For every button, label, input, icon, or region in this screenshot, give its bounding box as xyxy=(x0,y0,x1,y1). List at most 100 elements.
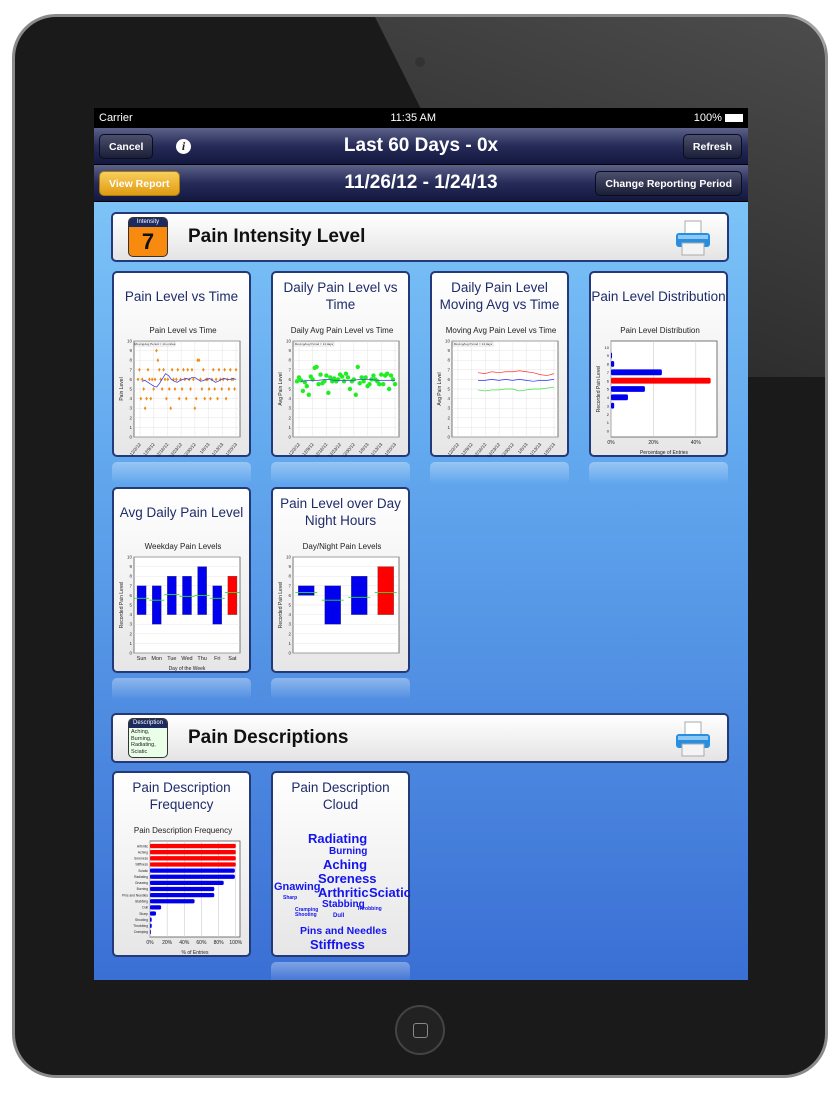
chart-card-4[interactable]: Pain Level Distribution Pain Level Distri… xyxy=(589,271,728,457)
x-tick-label: 80% xyxy=(214,940,225,946)
x-tick-label: 40% xyxy=(179,940,190,946)
chart-card-7[interactable]: Pain Description Frequency Pain Descripti… xyxy=(112,771,251,957)
data-point xyxy=(381,382,386,387)
legend-text: MovingAvg Period = 14 entries xyxy=(135,342,176,346)
y-tick-label: Arthritic xyxy=(137,844,149,848)
y-tick-label: Cramping xyxy=(134,930,148,934)
section-title: Pain Descriptions xyxy=(188,727,349,748)
data-point xyxy=(351,377,357,382)
y-tick-label: 5 xyxy=(129,603,132,608)
bar xyxy=(611,377,711,384)
y-tick-label: 9 xyxy=(288,564,291,569)
card-title: Pain Level vs Time xyxy=(124,288,239,304)
chart-6: Day/Night Pain Levels Recorded Pain Level… xyxy=(278,542,400,656)
y-tick-label: 1 xyxy=(288,641,291,646)
cancel-button[interactable]: Cancel xyxy=(99,134,154,159)
y-tick-label: 5 xyxy=(288,603,291,608)
y-tick-label: 8 xyxy=(607,362,610,367)
data-point xyxy=(326,390,331,396)
home-button[interactable] xyxy=(395,1005,445,1055)
x-tick-label: Sun xyxy=(137,656,147,662)
y-tick-label: 10 xyxy=(286,339,292,344)
y-tick-label: 0 xyxy=(288,435,291,440)
y-axis-label: Recorded Pain Level xyxy=(119,582,125,628)
x-tick-label: 12/30/12 xyxy=(182,442,197,457)
section-header-intensity: Intensity 7 Pain Intensity Level xyxy=(111,212,729,262)
bar xyxy=(150,862,236,867)
carrier: Carrier xyxy=(99,112,133,124)
data-point xyxy=(386,386,392,392)
x-tick-label: 1/20/13 xyxy=(384,442,398,457)
y-tick-label: 4 xyxy=(129,396,132,401)
view-report-button[interactable]: View Report xyxy=(99,171,180,196)
chart-card-1[interactable]: Pain Level vs Time Pain Level vs Time Pain… xyxy=(112,271,251,457)
bar xyxy=(150,880,224,886)
y-tick-label: 7 xyxy=(288,583,291,588)
battery-text: 100% xyxy=(693,112,722,124)
y-tick-label: 10 xyxy=(127,555,133,560)
bar xyxy=(150,923,152,928)
card-title: Daily Pain Level Moving Avg vs Time xyxy=(439,280,560,312)
chart-title: Pain Description Frequency xyxy=(134,826,232,835)
y-tick-label: 8 xyxy=(288,574,291,579)
y-tick-label: 10 xyxy=(605,345,610,350)
y-tick-label: 1 xyxy=(288,425,291,430)
y-tick-label: 3 xyxy=(129,622,132,627)
refresh-button[interactable]: Refresh xyxy=(682,134,742,159)
cloud-word: Sciatic xyxy=(369,885,411,900)
y-tick-label: 9 xyxy=(288,348,291,353)
chart-3: Moving Avg Pain Level vs Time Avg Pain Le… xyxy=(437,326,559,457)
y-tick-label: 3 xyxy=(288,406,291,411)
status-bar: Carrier 11:35 AM 100% xyxy=(94,108,748,128)
y-tick-label: 7 xyxy=(129,583,132,588)
chart-card-3[interactable]: Daily Pain Level Moving Avg vs Time Movin… xyxy=(430,271,569,457)
data-point xyxy=(357,381,362,386)
chart-2: Daily Avg Pain Level vs Time Avg Pain Lev… xyxy=(278,326,400,457)
info-icon[interactable]: i xyxy=(176,139,191,154)
y-tick-label: 5 xyxy=(607,387,610,392)
range-bar xyxy=(351,576,368,615)
y-tick-label: 1 xyxy=(447,425,450,430)
y-tick-label: Gnawing xyxy=(135,881,148,885)
card-reflection xyxy=(271,462,410,484)
data-point xyxy=(390,377,396,382)
y-tick-label: 8 xyxy=(129,574,132,579)
card-reflection xyxy=(589,462,728,484)
data-point xyxy=(318,372,323,377)
chart-title: Weekday Pain Levels xyxy=(145,542,222,551)
y-tick-label: 1 xyxy=(129,641,132,646)
bar xyxy=(611,360,615,367)
y-axis-label: Recorded Pain Level xyxy=(596,366,602,412)
printer-icon[interactable] xyxy=(673,720,713,758)
y-tick-label: Pins and Needles xyxy=(122,893,148,897)
x-tick-label: 1/6/13 xyxy=(199,442,211,455)
y-tick-label: 7 xyxy=(447,367,450,372)
bar xyxy=(150,929,151,935)
x-tick-label: 1/13/13 xyxy=(529,442,543,457)
y-tick-label: 5 xyxy=(129,387,132,392)
data-point xyxy=(384,371,390,376)
cloud-word: Stiffness xyxy=(310,937,365,952)
chart-card-2[interactable]: Daily Pain Level vs Time Daily Avg Pain L… xyxy=(271,271,410,457)
y-tick-label: 0 xyxy=(129,435,132,440)
change-reporting-period-button[interactable]: Change Reporting Period xyxy=(595,171,742,196)
bar xyxy=(611,352,613,359)
chart-card-8[interactable]: Pain Description Cloud Radiating Burning Ac… xyxy=(271,771,411,957)
y-tick-label: 6 xyxy=(607,378,610,383)
chart-card-5[interactable]: Avg Daily Pain Level Weekday Pain Levels R… xyxy=(112,487,251,673)
y-tick-label: 1 xyxy=(607,420,610,425)
y-tick-label: 9 xyxy=(129,348,132,353)
y-tick-label: 10 xyxy=(127,339,133,344)
printer-icon[interactable] xyxy=(673,219,713,257)
bar xyxy=(150,917,152,922)
range-bar xyxy=(182,576,192,615)
x-tick-label: 12/30/12 xyxy=(341,442,356,457)
card-reflection xyxy=(112,678,251,700)
data-point xyxy=(304,383,309,389)
y-tick-label: 4 xyxy=(607,395,610,400)
chart-card-6[interactable]: Pain Level over Day Night Hours Day/Night… xyxy=(271,487,410,673)
badge-value: 7 xyxy=(141,229,155,254)
x-tick-label: Wed xyxy=(181,656,192,662)
y-tick-label: Shooting xyxy=(135,918,148,922)
cloud-word: Burning xyxy=(329,846,368,857)
